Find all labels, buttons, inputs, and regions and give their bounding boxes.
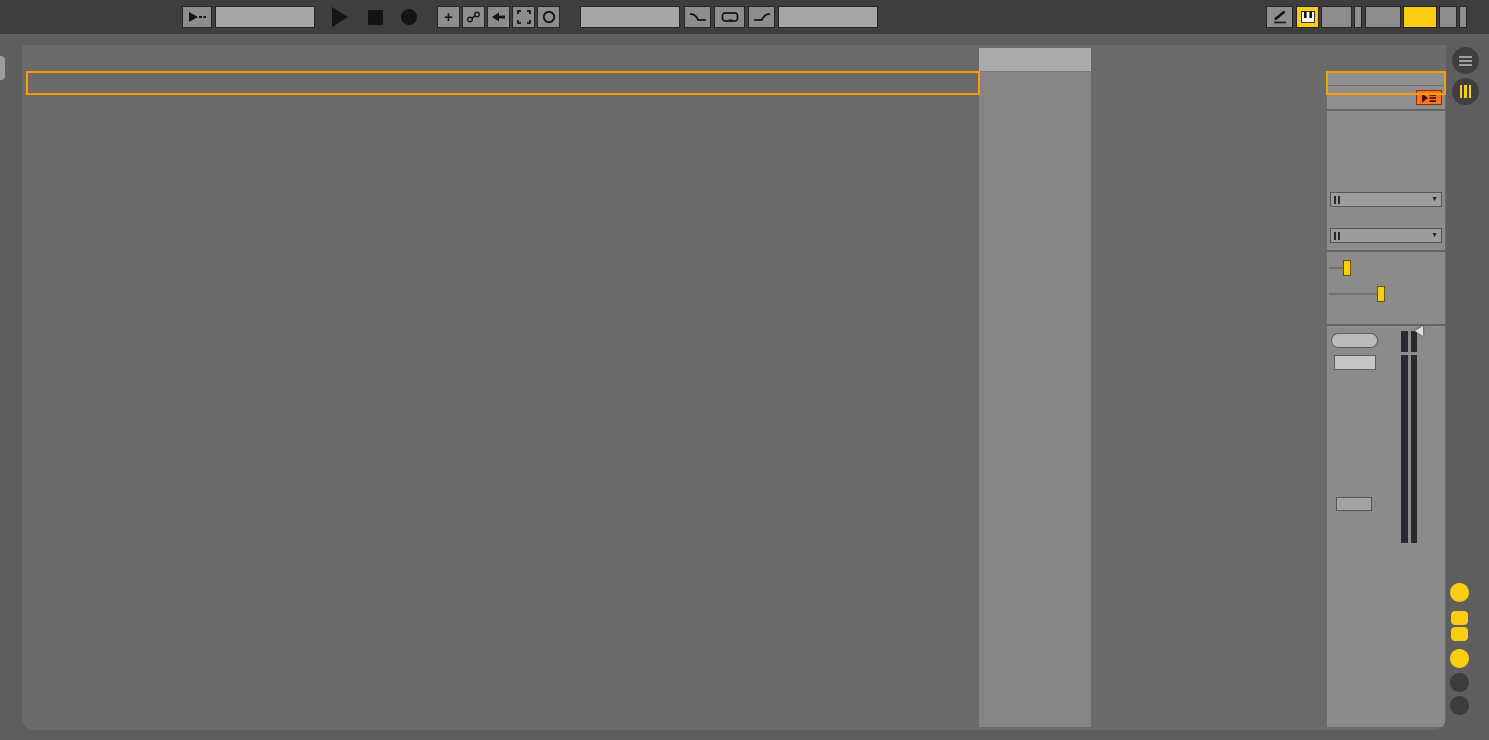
arrangement-position-display[interactable] <box>215 6 315 28</box>
toggle-crossfade-section[interactable] <box>1450 696 1469 715</box>
follow-arrow-icon <box>188 12 207 22</box>
loop-icon <box>721 11 739 24</box>
browser-expand-tab[interactable] <box>0 56 5 80</box>
overdub-button[interactable]: + <box>437 6 460 28</box>
master-header[interactable] <box>1327 48 1445 72</box>
transport-bar: + <box>0 0 1489 34</box>
draw-mode-button[interactable] <box>1266 6 1293 28</box>
send-b-line <box>1329 293 1377 295</box>
master-out-label <box>1330 215 1442 228</box>
midi-map-button[interactable] <box>1365 6 1401 28</box>
follow-button[interactable] <box>182 6 212 28</box>
empty-scene-row <box>1327 72 1445 86</box>
stereo-pair-icon <box>1334 232 1340 240</box>
peak-level-display[interactable] <box>1331 333 1378 348</box>
automation-arm-button[interactable] <box>462 6 485 28</box>
punch-out-icon <box>753 11 771 23</box>
cpu-load-meter[interactable] <box>1403 6 1437 28</box>
automation-nodes-icon <box>466 11 481 23</box>
re-enable-automation-button[interactable] <box>487 6 510 28</box>
pencil-icon <box>1272 10 1288 24</box>
punch-out-button[interactable] <box>748 6 775 28</box>
back-arrow-icon <box>492 12 506 22</box>
play-icon <box>332 7 348 27</box>
send-a-post-button[interactable] <box>1343 260 1351 276</box>
plus-icon: + <box>444 9 453 26</box>
back-to-arrangement-button[interactable] <box>1416 90 1442 105</box>
level-meter <box>1401 331 1417 543</box>
chevron-down-icon: ▼ <box>1431 232 1438 239</box>
record-button[interactable] <box>400 6 418 28</box>
stereo-pair-icon <box>1334 196 1340 204</box>
master-out-select[interactable]: ▼ <box>1330 228 1442 243</box>
pan-knob[interactable] <box>1335 410 1375 450</box>
capture-midi-button[interactable] <box>537 6 560 28</box>
cue-out-select[interactable]: ▼ <box>1330 192 1442 207</box>
stop-button[interactable] <box>366 6 384 28</box>
toggle-io-section[interactable] <box>1450 583 1469 602</box>
solo-button[interactable] <box>1336 497 1372 511</box>
send-b-post-button[interactable] <box>1377 286 1385 302</box>
chevron-down-icon: ▼ <box>1431 196 1438 203</box>
session-record-button[interactable] <box>512 6 535 28</box>
session-view-button[interactable] <box>1452 78 1479 105</box>
key-map-indicator <box>1354 6 1362 28</box>
arrangement-view-button[interactable] <box>1452 47 1479 74</box>
loop-length-display[interactable] <box>778 6 878 28</box>
midi-io-indicator <box>1459 6 1467 28</box>
master-sends-section <box>1327 250 1445 324</box>
corner-brackets-icon <box>517 10 531 24</box>
back-to-arrangement-icon <box>1421 92 1437 104</box>
session-view-icon <box>1460 85 1463 98</box>
toggle-returns-section[interactable] <box>1451 627 1468 641</box>
arrangement-view-icon <box>1459 56 1472 58</box>
master-mixer-section <box>1327 324 1445 727</box>
stop-icon <box>368 10 383 25</box>
master-column: ▼ ▼ <box>1327 48 1445 727</box>
punch-in-button[interactable] <box>684 6 711 28</box>
volume-fader-handle[interactable] <box>1415 326 1423 336</box>
toggle-mixer-section[interactable] <box>1450 649 1469 668</box>
punch-in-icon <box>689 11 707 23</box>
toggle-delay-section[interactable] <box>1450 673 1469 692</box>
cue-out-label <box>1330 179 1442 192</box>
send-a-line <box>1329 267 1343 269</box>
meter-scale <box>1422 326 1441 538</box>
master-stop-row <box>1327 86 1445 109</box>
loop-start-display[interactable] <box>580 6 680 28</box>
circle-icon <box>542 10 556 24</box>
record-icon <box>401 9 417 25</box>
toggle-sends-section[interactable] <box>1451 611 1468 625</box>
drop-zone-scene-row <box>979 48 1091 72</box>
master-io-section: ▼ ▼ <box>1327 109 1445 250</box>
session-view: ▼ ▼ <box>22 45 1446 730</box>
loop-button[interactable] <box>714 6 745 28</box>
key-map-button[interactable] <box>1321 6 1352 28</box>
computer-midi-keyboard-button[interactable] <box>1296 6 1319 28</box>
keyboard-icon <box>1301 11 1315 23</box>
play-button[interactable] <box>330 6 350 28</box>
overload-indicator <box>1439 6 1457 28</box>
volume-display[interactable] <box>1334 355 1376 370</box>
file-drop-zone[interactable] <box>979 48 1091 727</box>
